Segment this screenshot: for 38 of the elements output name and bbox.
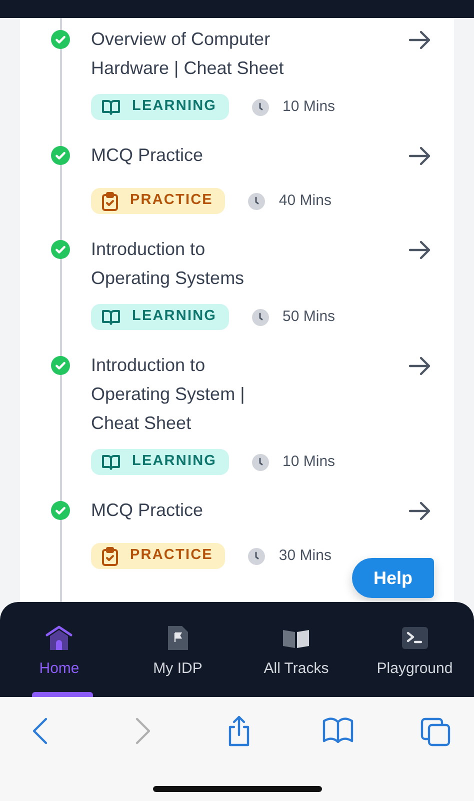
arrow-right-icon[interactable] [408, 238, 432, 262]
arrow-right-icon[interactable] [408, 499, 432, 523]
lesson-title[interactable]: Introduction to Operating System | Cheat Sheet [91, 351, 287, 438]
book-icon [102, 454, 120, 470]
clipboard-check-icon [102, 546, 118, 566]
lesson-type-tag: PRACTICE [91, 543, 225, 569]
lesson-type-tag: PRACTICE [91, 188, 225, 214]
lesson-type-tag: LEARNING [91, 94, 229, 120]
book-icon [102, 309, 120, 325]
lesson-type-tag: LEARNING [91, 449, 229, 475]
nav-tab[interactable]: Home [0, 602, 118, 697]
clipboard-check-icon [102, 192, 118, 210]
nav-tab[interactable]: All Tracks [237, 602, 356, 697]
duration-text: 10 Mins [282, 96, 336, 117]
book-icon [102, 99, 120, 115]
lesson-type-tag: LEARNING [91, 304, 229, 330]
home-icon [45, 624, 74, 652]
duration-text: 50 Mins [282, 306, 336, 327]
clock-icon [248, 548, 265, 564]
clock-icon [248, 192, 265, 210]
duration-text: 40 Mins [278, 190, 332, 211]
nav-tab[interactable]: My IDP [118, 602, 237, 697]
nav-tab[interactable]: Playground [356, 602, 474, 697]
tabs-button[interactable] [420, 715, 452, 747]
lesson-title[interactable]: Introduction to Operating Systems [91, 235, 287, 293]
duration-text: 10 Mins [282, 452, 336, 472]
arrow-right-icon[interactable] [408, 144, 432, 168]
lesson-title[interactable]: MCQ Practice [91, 141, 287, 177]
terminal-icon [400, 624, 429, 652]
arrow-right-icon[interactable] [408, 28, 432, 52]
clock-icon [252, 454, 269, 470]
lesson-title[interactable]: MCQ Practice [91, 496, 287, 532]
clock-icon [252, 98, 269, 116]
arrow-right-icon[interactable] [408, 354, 432, 378]
lesson-title[interactable]: Overview of Computer Hardware | Cheat Sheet [91, 25, 287, 83]
help-button[interactable]: Help [352, 558, 434, 598]
duration-text: 30 Mins [278, 546, 332, 566]
clock-icon [252, 308, 269, 326]
